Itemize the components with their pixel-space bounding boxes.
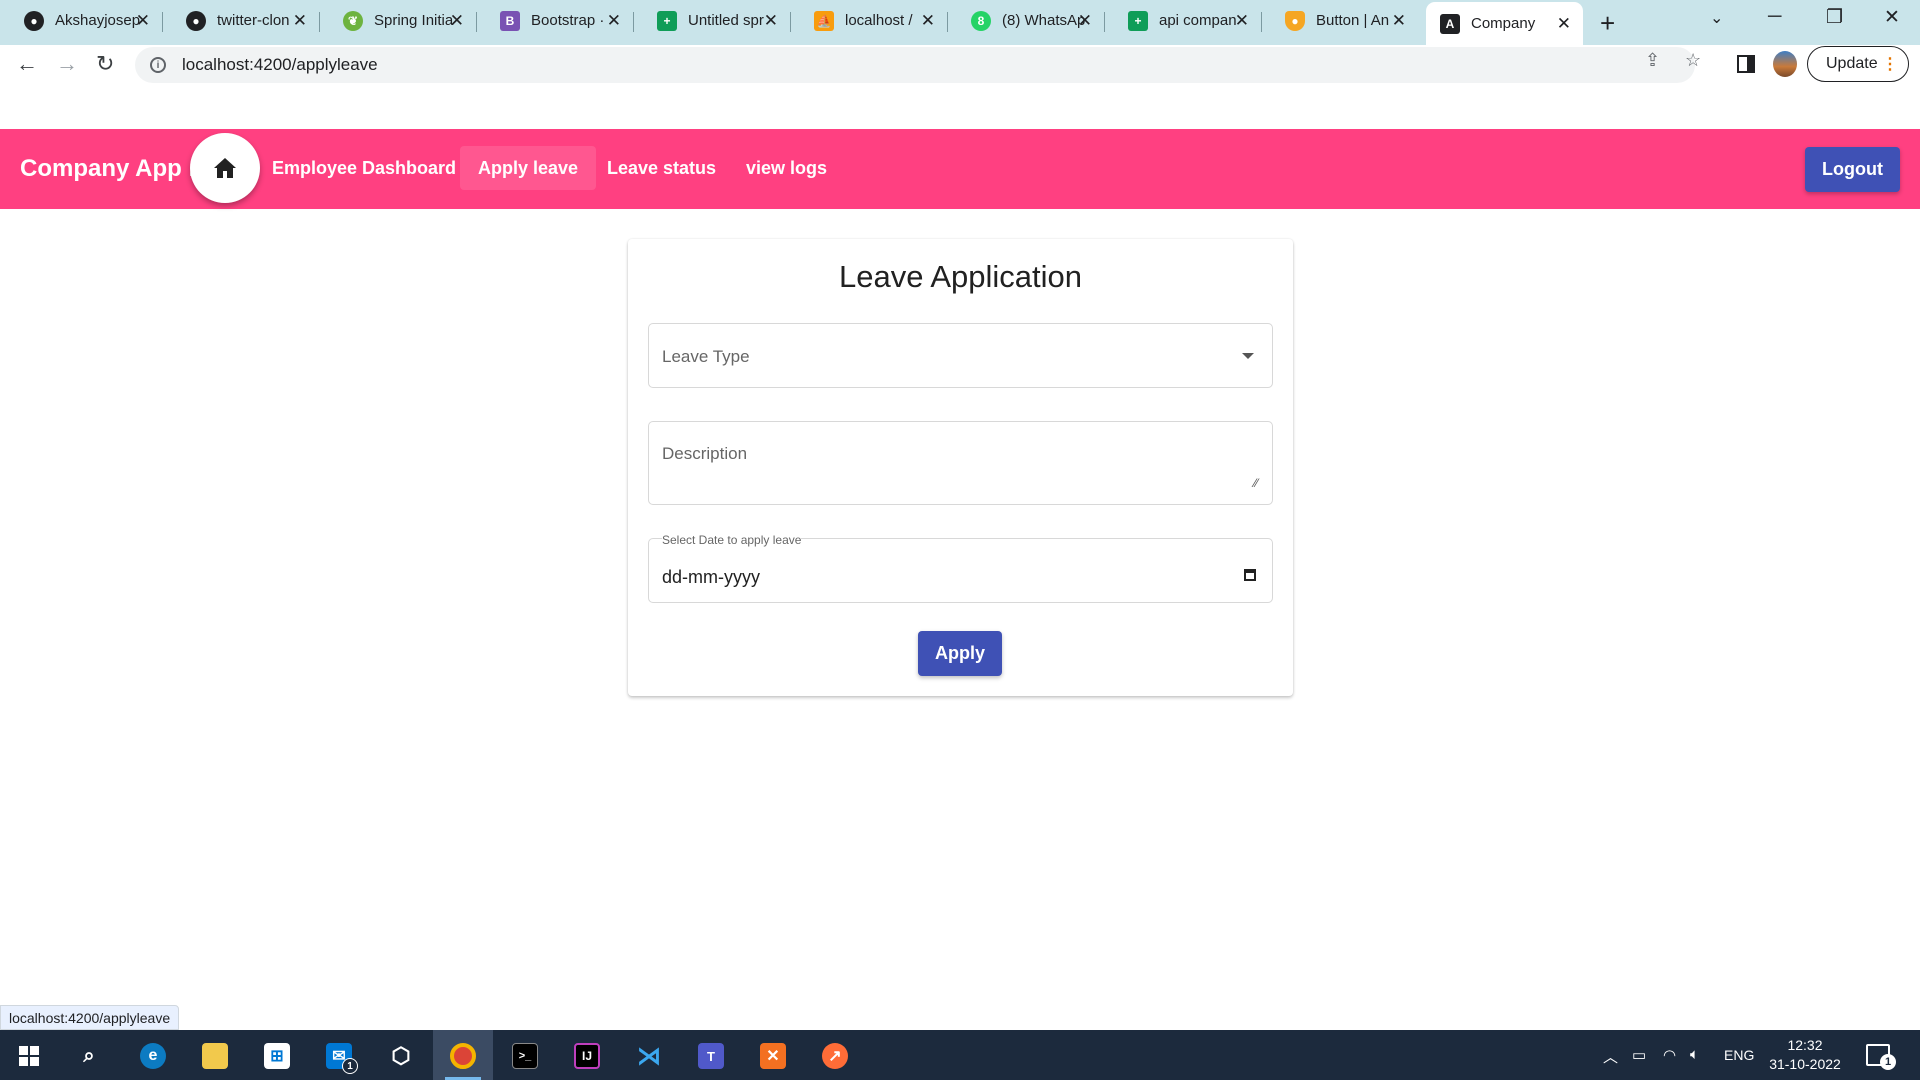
whatsapp-icon: 8 <box>971 10 991 31</box>
leave-type-placeholder: Leave Type <box>662 347 750 366</box>
tab-search-icon[interactable]: ⌄ <box>1710 8 1723 28</box>
info-icon[interactable]: i <box>150 57 166 73</box>
browser-tab-strip: ● Akshayjosep ✕ ● twitter-clon ✕ ❦ Sprin… <box>0 0 1920 45</box>
close-icon[interactable]: ✕ <box>921 11 935 31</box>
logout-button[interactable]: Logout <box>1805 147 1900 192</box>
new-tab-icon[interactable]: + <box>1600 8 1615 39</box>
github-icon: ● <box>24 10 44 31</box>
close-icon[interactable]: ✕ <box>450 11 464 31</box>
minimize-icon[interactable]: ─ <box>1768 6 1781 28</box>
clock[interactable]: 12:32 31-10-2022 <box>1755 1036 1855 1074</box>
restore-icon[interactable]: ❐ <box>1826 6 1843 29</box>
browser-tab[interactable]: B Bootstrap · ✕ <box>476 4 633 37</box>
home-button[interactable] <box>190 133 260 203</box>
leave-application-card: Leave Application Leave Type Description… <box>628 239 1293 696</box>
apply-button[interactable]: Apply <box>918 631 1002 676</box>
star-icon[interactable]: ☆ <box>1685 50 1701 71</box>
browser-tab[interactable]: ⛵ localhost / ✕ <box>790 4 947 37</box>
app-navbar: Company App . Employee Dashboard Apply l… <box>0 129 1920 209</box>
close-icon[interactable]: ✕ <box>1392 11 1406 31</box>
tray-overflow-icon[interactable]: ︿ <box>1603 1046 1618 1067</box>
search-icon[interactable]: ⌕ <box>76 1043 102 1069</box>
close-icon[interactable]: ✕ <box>293 11 307 31</box>
cube-app-icon[interactable]: ⬡ <box>388 1043 414 1069</box>
browser-toolbar: ← → ↻ i localhost:4200/applyleave ⇪ ☆ Up… <box>0 45 1920 85</box>
close-icon[interactable]: ✕ <box>607 11 621 31</box>
clock-time: 12:32 <box>1787 1037 1823 1053</box>
calendar-icon[interactable] <box>1244 569 1256 581</box>
sheets-icon: + <box>657 10 677 31</box>
forward-icon[interactable]: → <box>56 51 78 77</box>
browser-tab[interactable]: ● Akshayjosep ✕ <box>0 4 162 37</box>
nav-leave-status[interactable]: Leave status <box>589 146 734 190</box>
mail-badge: 1 <box>342 1058 358 1074</box>
spring-icon: ❦ <box>343 10 363 31</box>
browser-tab-active[interactable]: A Company ✕ <box>1426 2 1583 45</box>
teams-icon[interactable]: T <box>698 1043 724 1069</box>
close-icon[interactable]: ✕ <box>1557 14 1571 34</box>
nav-employee-dashboard[interactable]: Employee Dashboard <box>254 146 474 190</box>
reload-icon[interactable]: ↻ <box>96 51 114 77</box>
notification-badge: 1 <box>1880 1054 1896 1070</box>
browser-tab[interactable]: ● twitter-clon ✕ <box>162 4 319 37</box>
dropdown-arrow-icon <box>1242 353 1254 359</box>
window-close-icon[interactable]: ✕ <box>1884 6 1900 29</box>
side-panel-icon[interactable] <box>1737 55 1755 73</box>
file-explorer-icon[interactable] <box>202 1043 228 1069</box>
vscode-icon[interactable]: ⋊ <box>636 1043 662 1070</box>
share-icon[interactable]: ⇪ <box>1645 50 1660 71</box>
volume-icon[interactable]: 🔈︎ <box>1690 1046 1699 1063</box>
chrome-icon[interactable] <box>450 1043 476 1069</box>
close-icon[interactable]: ✕ <box>1078 11 1092 31</box>
browser-tab[interactable]: 8 (8) WhatsAp ✕ <box>947 4 1104 37</box>
back-icon[interactable]: ← <box>16 51 38 77</box>
close-icon[interactable]: ✕ <box>764 11 778 31</box>
phpmyadmin-icon: ⛵ <box>814 10 834 31</box>
resize-handle-icon[interactable]: ⁄⁄ <box>1254 476 1258 490</box>
description-textarea[interactable]: Description ⁄⁄ <box>648 421 1273 505</box>
intellij-icon[interactable]: IJ <box>574 1043 600 1069</box>
date-placeholder: dd-mm-yyyy <box>662 567 760 587</box>
more-icon: ⋮ <box>1882 56 1898 73</box>
postman-icon[interactable]: ↗ <box>822 1043 848 1069</box>
clock-date: 31-10-2022 <box>1769 1056 1841 1072</box>
angular-icon: A <box>1440 13 1460 34</box>
leave-date-input[interactable]: Select Date to apply leave dd-mm-yyyy <box>648 533 1273 603</box>
bootstrap-icon: B <box>500 10 520 31</box>
browser-tab[interactable]: ❦ Spring Initia ✕ <box>319 4 476 37</box>
profile-avatar[interactable] <box>1773 51 1797 77</box>
browser-tab[interactable]: + api compan ✕ <box>1104 4 1261 37</box>
page-title: Leave Application <box>838 259 1083 294</box>
date-label: Select Date to apply leave <box>662 533 802 547</box>
shield-icon: ● <box>1285 10 1305 31</box>
nav-apply-leave[interactable]: Apply leave <box>460 146 597 190</box>
xampp-icon[interactable]: ✕ <box>760 1043 786 1069</box>
github-icon: ● <box>186 10 206 31</box>
leave-type-select[interactable]: Leave Type <box>648 323 1273 388</box>
battery-icon[interactable]: ▭ <box>1632 1046 1646 1064</box>
home-icon <box>214 158 236 178</box>
nav-view-logs[interactable]: view logs <box>728 146 845 190</box>
wifi-icon[interactable]: ◠ <box>1663 1046 1676 1064</box>
windows-start-icon[interactable] <box>19 1046 39 1066</box>
description-placeholder: Description <box>662 444 748 463</box>
browser-tab[interactable]: + Untitled spr ✕ <box>633 4 790 37</box>
store-icon[interactable]: ⊞ <box>264 1043 290 1069</box>
terminal-icon[interactable]: >_ <box>512 1043 538 1069</box>
browser-tab[interactable]: ● Button | An ✕ <box>1261 4 1418 37</box>
sheets-icon: + <box>1128 10 1148 31</box>
taskbar: ⌕ e ⊞ ✉ 1 ⬡ >_ IJ ⋊ T ✕ ↗ ︿ ▭ ◠ 🔈︎ ENG 1… <box>0 1030 1920 1080</box>
link-status-bubble: localhost:4200/applyleave <box>0 1005 180 1030</box>
address-bar[interactable]: i localhost:4200/applyleave <box>135 47 1695 83</box>
close-icon[interactable]: ✕ <box>1235 11 1249 31</box>
app-brand[interactable]: Company App . <box>20 155 195 183</box>
update-button[interactable]: Update ⋮ <box>1807 46 1909 82</box>
edge-icon[interactable]: e <box>140 1043 166 1069</box>
url-text[interactable]: localhost:4200/applyleave <box>182 55 378 75</box>
close-icon[interactable]: ✕ <box>136 11 150 31</box>
language-indicator[interactable]: ENG <box>1724 1047 1754 1063</box>
